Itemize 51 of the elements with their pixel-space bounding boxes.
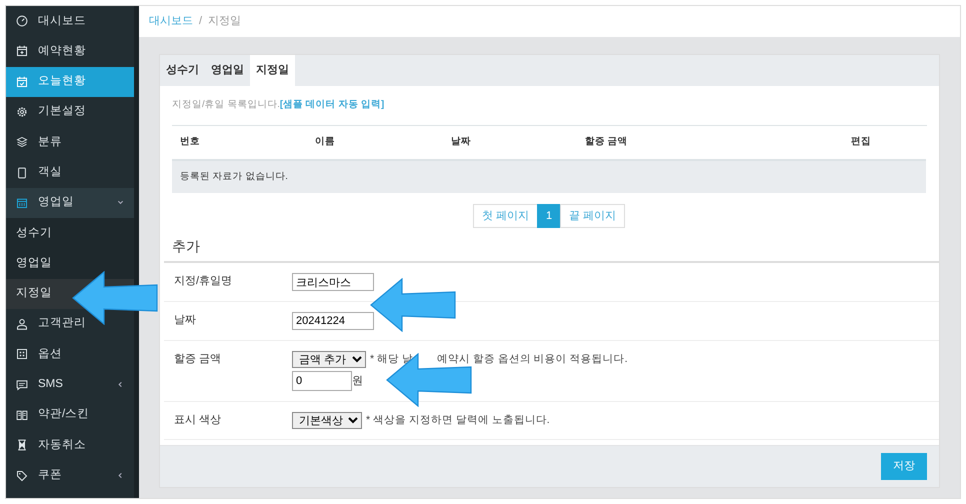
chevron-icon [117,381,124,388]
calendar-check-icon [16,76,28,88]
sidebar-item[interactable]: 기본설정 [6,96,134,128]
breadcrumb-separator: / [199,14,202,30]
sidebar-subitem[interactable]: 성수기 [6,218,134,248]
chat-icon [16,378,28,391]
calendar-icon [16,196,28,209]
tab[interactable]: 영업일 [205,55,250,86]
tablet-icon [16,166,28,179]
section-title: 추가 [172,237,201,256]
tab[interactable]: 지정일 [250,55,295,86]
arrow-icon [370,278,456,332]
sidebar-item[interactable]: 옵션 [6,339,134,370]
book-icon [16,409,28,421]
tag-icon [16,470,28,482]
sidebar-item[interactable]: 약관/스킨 [6,400,134,430]
input-field[interactable]: 0 [292,371,352,391]
field-label: 지정/휴일명 [173,274,234,290]
unit-label: 원 [352,374,363,389]
sidebar-item[interactable]: 객실 [6,157,134,188]
hint-text: 예약시 할증 옵션의 비용이 적용됩니다. [436,352,628,367]
select-field[interactable]: 기본색상 [292,412,362,429]
sidebar-item[interactable]: 쿠폰 [6,460,134,491]
field-label: 할증 금액 [173,352,222,368]
input-field[interactable]: 크리스마스 [292,273,374,292]
person-icon [16,318,28,330]
select-field[interactable]: 금액 추가 [292,351,366,368]
hint-text: * 색상을 지정하면 달력에 노출됩니다. [366,412,550,428]
breadcrumb-current: 지정일 [208,14,242,30]
gauge-icon [16,15,28,28]
sidebar-item[interactable]: 대시보드 [6,6,134,36]
empty-message: 등록된 자료가 없습니다. [172,160,926,193]
sidebar-item[interactable]: 고객관리 [6,308,134,340]
tab[interactable]: 성수기 [160,55,205,86]
chevron-icon [117,199,124,206]
intro-text: 지정일/휴일 목록입니다.[샘플 데이터 자동 입력] [172,98,386,112]
input-field[interactable]: 20241224 [292,312,374,330]
sidebar-item[interactable]: 영업일 [6,188,134,218]
layers-icon [16,136,28,148]
field-label: 표시 색상 [173,413,222,428]
gear-icon [16,106,28,118]
sidebar-subitem[interactable]: 영업일 [6,248,134,279]
grid-icon [16,348,28,360]
sidebar-item[interactable]: 예약현황 [6,36,134,67]
hourglass-icon [16,439,28,452]
chevron-icon [117,472,124,480]
calendar-plus-icon [16,45,28,58]
field-label: 날짜 [173,313,197,328]
sidebar-item[interactable]: 자동취소 [6,430,134,460]
sidebar-item[interactable]: 분류 [6,127,134,158]
sidebar-item[interactable]: SMS [6,370,134,400]
